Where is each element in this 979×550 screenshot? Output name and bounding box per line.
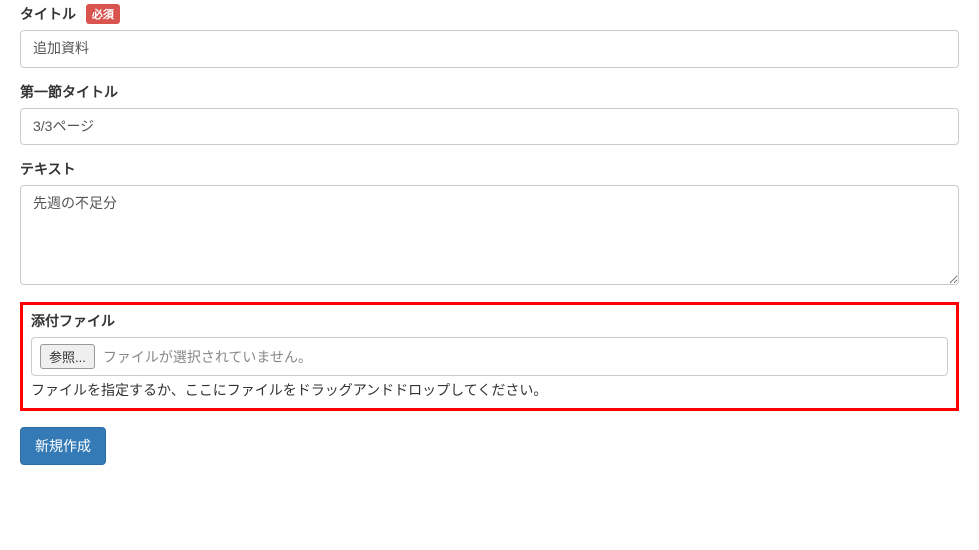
text-group: テキスト: [20, 159, 959, 288]
text-textarea[interactable]: [20, 185, 959, 285]
section1-title-group: 第一節タイトル: [20, 82, 959, 146]
title-input[interactable]: [20, 30, 959, 68]
file-status-text: ファイルが選択されていません。: [103, 347, 312, 367]
title-label: タイトル 必須: [20, 4, 959, 24]
title-group: タイトル 必須: [20, 4, 959, 68]
text-label: テキスト: [20, 159, 959, 179]
required-badge: 必須: [86, 4, 120, 24]
attachment-section: 添付ファイル 参照... ファイルが選択されていません。 ファイルを指定するか、…: [20, 302, 959, 411]
file-browse-button[interactable]: 参照...: [40, 344, 95, 369]
section1-title-label: 第一節タイトル: [20, 82, 959, 102]
file-input-wrapper[interactable]: 参照... ファイルが選択されていません。: [31, 337, 948, 376]
section1-title-input[interactable]: [20, 108, 959, 146]
attachment-label: 添付ファイル: [31, 311, 948, 331]
dropzone-help-text: ファイルを指定するか、ここにファイルをドラッグアンドドロップしてください。: [31, 380, 948, 400]
submit-button[interactable]: 新規作成: [20, 427, 106, 465]
title-label-text: タイトル: [20, 6, 76, 22]
